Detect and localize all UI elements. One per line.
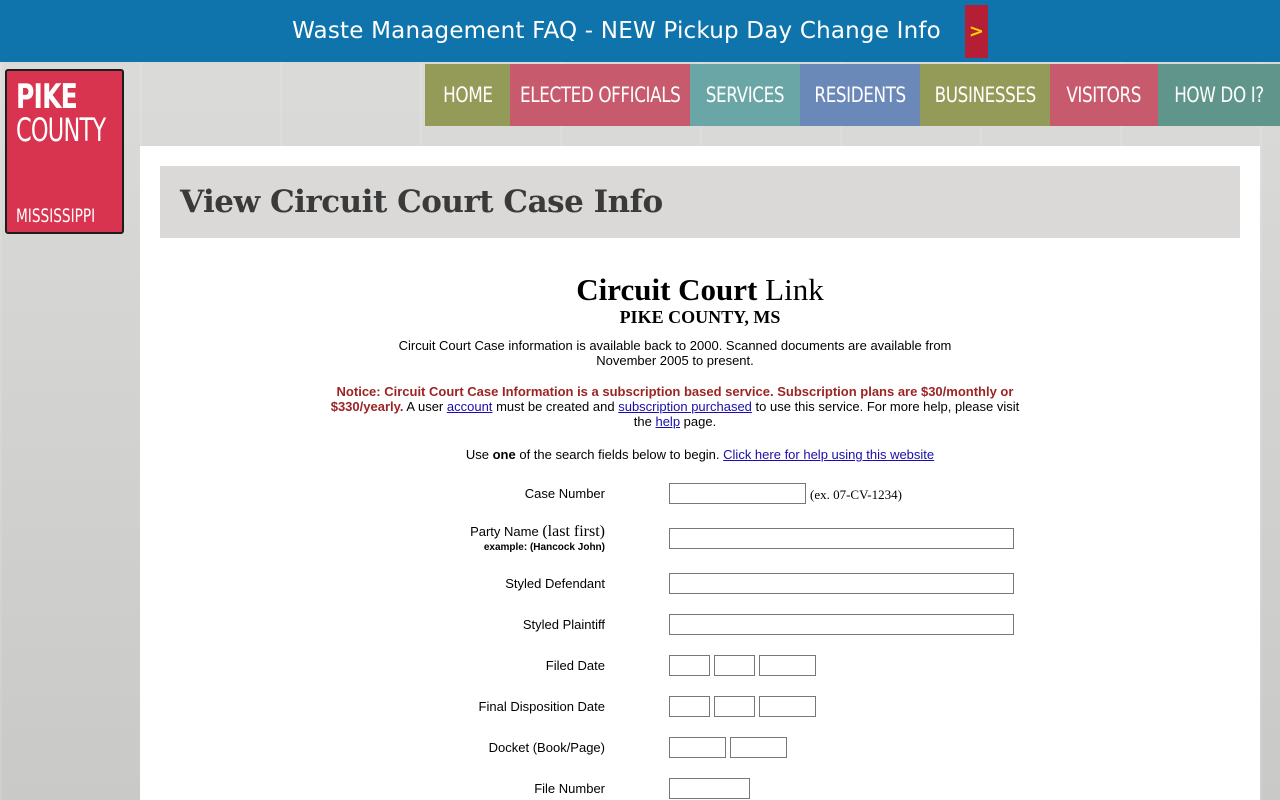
pike-county-logo[interactable]: PIKE COUNTY MISSISSIPPI — [5, 69, 124, 234]
party-name-input[interactable] — [669, 528, 1014, 549]
docket-label: Docket (Book/Page) — [488, 740, 605, 755]
notice-text-part: must be created and — [496, 399, 615, 414]
county-subheading: PIKE COUNTY, MS — [619, 307, 781, 327]
logo-line-mississippi: MISSISSIPPI — [16, 205, 96, 227]
content-panel: View Circuit Court Case Info Circuit Cou… — [140, 146, 1260, 800]
announcement-link[interactable]: Waste Management FAQ - NEW Pickup Day Ch… — [292, 18, 941, 44]
party-name-label: Party Name (last first) example: (Hancoc… — [470, 523, 605, 553]
main-nav: HOME ELECTED OFFICIALS SERVICES RESIDENT… — [425, 64, 1280, 126]
disposition-date-year-input[interactable] — [759, 696, 816, 717]
search-instructions: Use one of the search fields below to be… — [140, 447, 1260, 462]
disposition-date-month-input[interactable] — [669, 696, 710, 717]
nav-businesses[interactable]: BUSINESSES — [920, 64, 1050, 126]
party-name-label-paren: (last first) — [542, 523, 605, 540]
party-name-label-text: Party Name — [470, 524, 539, 539]
logo-line-county: COUNTY — [16, 111, 106, 149]
styled-defendant-label: Styled Defendant — [505, 576, 605, 591]
nav-services[interactable]: SERVICES — [690, 64, 800, 126]
nav-how-do-i[interactable]: HOW DO I? — [1158, 64, 1280, 126]
filed-date-label: Filed Date — [545, 658, 605, 673]
file-number-input[interactable] — [669, 778, 750, 799]
nav-residents[interactable]: RESIDENTS — [800, 64, 920, 126]
nav-visitors[interactable]: VISITORS — [1050, 64, 1158, 126]
court-heading-rest: Link — [765, 272, 824, 307]
party-name-example: example: (Hancock John) — [483, 542, 605, 553]
subscription-notice: Notice: Circuit Court Case Information i… — [330, 384, 1020, 429]
nav-elected-officials[interactable]: ELECTED OFFICIALS — [510, 64, 690, 126]
case-number-hint: (ex. 07-CV-1234) — [810, 487, 902, 502]
final-disposition-label: Final Disposition Date — [478, 699, 605, 714]
account-link[interactable]: account — [447, 399, 493, 414]
page-title-bar: View Circuit Court Case Info — [160, 166, 1240, 238]
filed-date-month-input[interactable] — [669, 655, 710, 676]
notice-text-part: A user — [406, 399, 444, 414]
court-link-heading: Circuit Court Link — [140, 272, 1260, 308]
styled-plaintiff-label: Styled Plaintiff — [522, 617, 605, 632]
help-link[interactable]: help — [655, 414, 680, 429]
case-number-input[interactable] — [669, 483, 806, 504]
availability-text: Circuit Court Case information is availa… — [398, 338, 952, 368]
file-number-label: File Number — [534, 781, 605, 796]
website-help-link[interactable]: Click here for help using this website — [723, 447, 934, 462]
docket-book-input[interactable] — [669, 737, 726, 758]
subscription-link[interactable]: subscription purchased — [618, 399, 752, 414]
instructions-text: Use — [465, 447, 489, 462]
styled-plaintiff-input[interactable] — [669, 614, 1014, 635]
instructions-emphasis: one — [492, 447, 516, 462]
styled-defendant-input[interactable] — [669, 573, 1014, 594]
docket-page-input[interactable] — [730, 737, 787, 758]
case-number-label: Case Number — [524, 486, 605, 501]
filed-date-day-input[interactable] — [714, 655, 755, 676]
announcement-next-button[interactable]: > — [964, 4, 988, 58]
disposition-date-day-input[interactable] — [714, 696, 755, 717]
instructions-text: of the search fields below to begin. — [519, 447, 720, 462]
page-title: View Circuit Court Case Info — [180, 184, 663, 220]
notice-text-part: page. — [683, 414, 717, 429]
court-heading-bold: Circuit Court — [576, 272, 758, 307]
nav-home[interactable]: HOME — [425, 64, 510, 126]
filed-date-year-input[interactable] — [759, 655, 816, 676]
announcement-bar: Waste Management FAQ - NEW Pickup Day Ch… — [0, 0, 1280, 62]
